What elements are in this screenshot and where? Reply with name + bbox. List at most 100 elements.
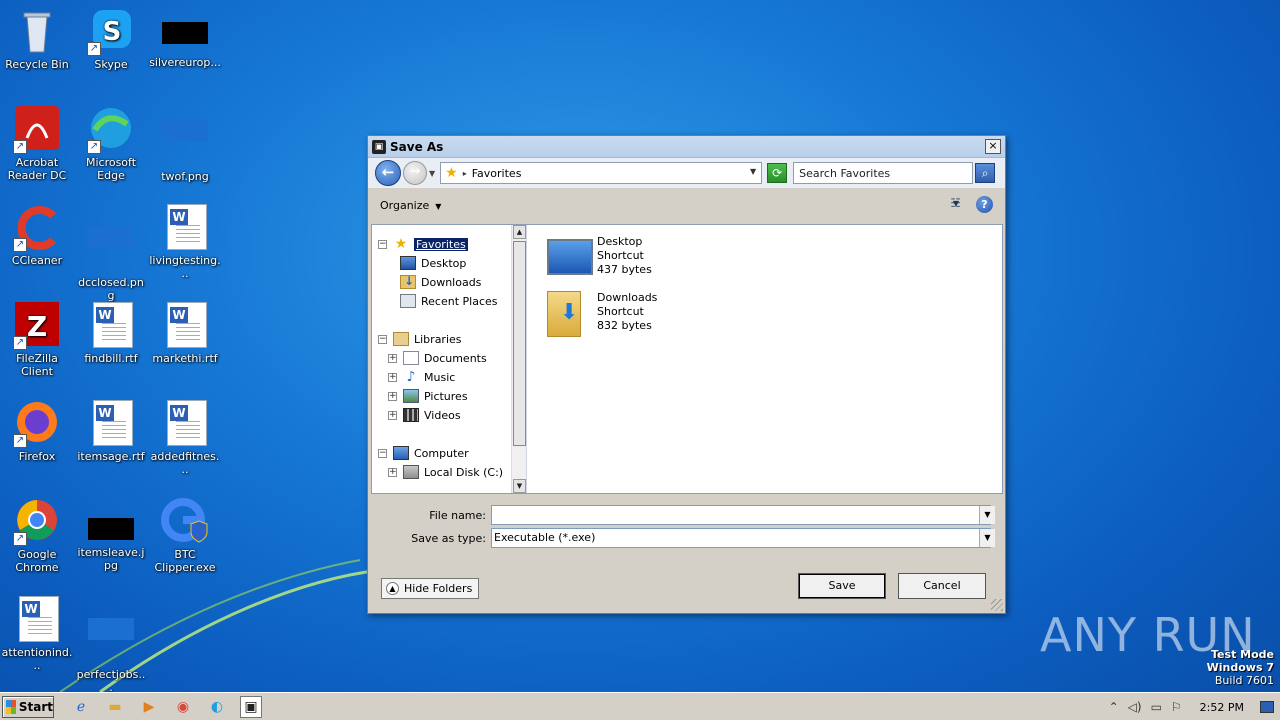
savetype-dropdown-icon[interactable]: ▼ (979, 529, 995, 547)
word-document-icon: W (87, 302, 135, 350)
tree-item-recent-places[interactable]: Recent Places (400, 292, 498, 310)
tree-item-music[interactable]: + ♪ Music (388, 368, 455, 386)
tree-item-downloads[interactable]: Downloads (400, 273, 481, 291)
browser-panes: − ★ Favorites Desktop Downloads Recent P… (371, 224, 1003, 494)
close-button[interactable]: × (985, 139, 1001, 154)
collapse-icon[interactable]: − (378, 239, 387, 249)
desktop-icon-findbill[interactable]: W findbill.rtf (74, 302, 148, 365)
desktop-icon-twof[interactable]: twof.png (148, 106, 222, 183)
collapse-icon[interactable]: − (378, 448, 387, 458)
system-tray: ⌃ ◁) ▭ ⚐ 2:52 PM (1100, 695, 1280, 719)
taskbar-edge-icon[interactable]: ◐ (206, 696, 228, 718)
star-icon: ★ (394, 236, 408, 252)
savetype-select[interactable]: Executable (*.exe) (491, 528, 991, 548)
taskbar-explorer-icon[interactable]: ▬ (104, 696, 126, 718)
os-info: Test Mode Windows 7 Build 7601 (1207, 648, 1274, 687)
taskbar-chrome-icon[interactable]: ◉ (172, 696, 194, 718)
view-options-dropdown[interactable]: ▼ (953, 199, 959, 208)
search-icon[interactable]: ⌕ (975, 163, 996, 183)
desktop-icon-ccleaner[interactable]: ↗ CCleaner (0, 204, 74, 267)
hide-folders-button[interactable]: ▲ Hide Folders (381, 578, 480, 599)
music-icon: ♪ (406, 369, 416, 385)
forward-button[interactable]: → (403, 161, 427, 185)
word-document-icon: W (87, 400, 135, 448)
expand-icon[interactable]: + (388, 391, 397, 401)
tree-item-computer[interactable]: − Computer (378, 444, 469, 462)
videos-icon (403, 408, 419, 422)
address-dropdown-icon[interactable]: ▼ (750, 167, 756, 176)
savetype-label: Save as type: (411, 531, 486, 545)
back-button[interactable]: ← (375, 160, 401, 186)
favorites-star-icon: ★ (445, 165, 458, 181)
tray-expand-icon[interactable]: ⌃ (1109, 700, 1119, 714)
image-thumbnail-icon (161, 120, 209, 168)
tree-item-desktop[interactable]: Desktop (400, 254, 466, 272)
downloads-folder-icon (547, 291, 581, 337)
resize-grip[interactable] (991, 599, 1003, 611)
expand-icon[interactable]: + (388, 467, 397, 477)
refresh-button[interactable]: ⟳ (767, 163, 788, 183)
desktop-icon-silvereurop[interactable]: silvereurop... (148, 8, 222, 69)
chevron-down-icon: ▼ (435, 201, 442, 211)
help-button[interactable]: ? (976, 196, 993, 213)
file-meta: Downloads Shortcut 832 bytes (597, 291, 657, 333)
tree-item-label: Documents (424, 351, 487, 365)
filename-dropdown-icon[interactable]: ▼ (979, 506, 995, 524)
navigation-pane: − ★ Favorites Desktop Downloads Recent P… (372, 225, 527, 493)
scroll-down-icon[interactable]: ▼ (513, 479, 526, 493)
dialog-titlebar[interactable]: ▣ Save As × (368, 136, 1005, 158)
desktop-icon-dcclosed[interactable]: dcclosed.png (74, 204, 148, 302)
organize-button[interactable]: Organize ▼ (380, 199, 441, 212)
desktop-icon-livingtesting[interactable]: W livingtesting... (148, 204, 222, 280)
clock[interactable]: 2:52 PM (1200, 701, 1244, 714)
breadcrumb-favorites[interactable]: Favorites (472, 167, 522, 180)
save-button[interactable]: Save (798, 573, 886, 599)
taskbar-media-player-icon[interactable]: ▶ (138, 696, 160, 718)
tree-scrollbar[interactable]: ▲ ▼ (511, 225, 526, 493)
desktop-icon-chrome[interactable]: ↗ Google Chrome (0, 498, 74, 574)
desktop-icon-perfectjobs[interactable]: perfectjobs... (74, 596, 148, 694)
tree-item-videos[interactable]: + Videos (388, 406, 461, 424)
scroll-up-icon[interactable]: ▲ (513, 225, 526, 239)
desktop-icon-filezilla[interactable]: Z ↗ FileZilla Client (0, 302, 74, 378)
cancel-button[interactable]: Cancel (898, 573, 986, 599)
search-input[interactable]: Search Favorites (793, 162, 974, 184)
action-center-flag-icon[interactable]: ⚐ (1171, 700, 1182, 714)
desktop-icon-skype[interactable]: S ↗ Skype (74, 8, 148, 71)
tree-item-libraries[interactable]: − Libraries (378, 330, 462, 348)
recent-locations-dropdown[interactable]: ▼ (429, 169, 435, 178)
desktop-icon-markethi[interactable]: W markethi.rtf (148, 302, 222, 365)
tree-item-pictures[interactable]: + Pictures (388, 387, 468, 405)
tree-item-label: Libraries (414, 332, 462, 346)
expand-icon[interactable]: + (388, 410, 397, 420)
desktop-icon-itemsleave[interactable]: itemsleave.jpg (74, 498, 148, 572)
network-icon[interactable]: ▭ (1151, 700, 1162, 714)
volume-icon[interactable]: ◁) (1128, 700, 1142, 714)
desktop-icon-acrobat[interactable]: ↗ Acrobat Reader DC (0, 106, 74, 182)
desktop-icon-edge[interactable]: ↗ Microsoft Edge (74, 106, 148, 182)
address-bar[interactable]: ★ ▸ Favorites ▼ (440, 162, 763, 184)
desktop-icon-firefox[interactable]: ↗ Firefox (0, 400, 74, 463)
tree-item-documents[interactable]: + Documents (388, 349, 487, 367)
desktop-icon-recycle-bin[interactable]: Recycle Bin (0, 8, 74, 71)
collapse-icon[interactable]: − (378, 334, 387, 344)
scroll-thumb[interactable] (513, 241, 526, 446)
desktop-icon-attentionind[interactable]: W attentionind... (0, 596, 74, 672)
show-desktop-button[interactable] (1260, 701, 1274, 713)
file-item-desktop[interactable]: Desktop Shortcut 437 bytes (547, 235, 652, 277)
desktop-icon-itemsage[interactable]: W itemsage.rtf (74, 400, 148, 463)
file-item-downloads[interactable]: Downloads Shortcut 832 bytes (547, 291, 657, 337)
skype-icon: S ↗ (87, 8, 135, 56)
taskbar-active-app-icon[interactable]: ▣ (240, 695, 262, 718)
filename-input[interactable] (491, 505, 991, 525)
desktop-icon-btc-clipper[interactable]: BTC Clipper.exe (148, 498, 222, 574)
desktop-icon-addedfitnes[interactable]: W addedfitnes... (148, 400, 222, 476)
tree-item-label: Desktop (421, 256, 467, 270)
tree-item-favorites[interactable]: − ★ Favorites (378, 235, 468, 253)
expand-icon[interactable]: + (388, 353, 397, 363)
breadcrumb-separator-icon[interactable]: ▸ (463, 169, 467, 178)
tree-item-local-disk[interactable]: + Local Disk (C:) (388, 463, 503, 481)
expand-icon[interactable]: + (388, 372, 397, 382)
taskbar-internet-explorer-icon[interactable]: ℯ (70, 696, 92, 718)
start-button[interactable]: Start (2, 695, 54, 718)
